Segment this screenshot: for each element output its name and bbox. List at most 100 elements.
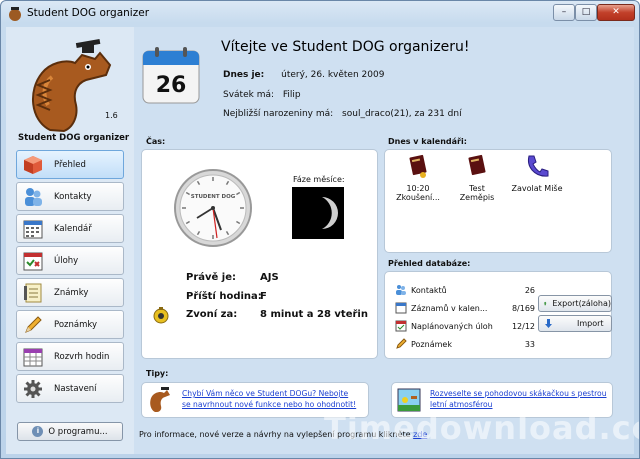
import-button[interactable]: Import — [538, 315, 612, 332]
phone-icon — [527, 155, 549, 177]
calendar-entry[interactable]: Test Zeměpis — [451, 153, 503, 202]
calendar-grid-icon — [23, 220, 43, 238]
sidebar-item-label: Nastavení — [54, 383, 97, 394]
db-row-value: 26 — [524, 285, 535, 295]
about-button[interactable]: i O programu... — [17, 422, 123, 441]
calendar-entry-title: Zkoušení... — [396, 193, 440, 202]
sidebar-item-label: Úlohy — [54, 255, 79, 266]
sidebar-item-label: Kontakty — [54, 191, 92, 202]
book-icon — [409, 154, 427, 178]
sidebar-item-kalendar[interactable]: Kalendář — [16, 214, 124, 243]
bell-icon — [153, 307, 169, 324]
nameday-row: Svátek má: Filip — [223, 90, 301, 100]
birthday-value: soul_draco(21), za 231 dní — [342, 109, 462, 119]
sidebar-item-label: Známky — [54, 287, 89, 298]
bell-value: 8 minut a 28 vteřin — [260, 309, 368, 320]
users-icon — [396, 285, 406, 295]
about-label: O programu... — [48, 426, 108, 437]
sidebar-item-label: Rozvrh hodin — [54, 351, 110, 362]
sidebar-item-prehled[interactable]: Přehled — [16, 150, 124, 179]
clock-brand: STUDENT DOG — [191, 194, 236, 200]
export-label: Export(záloha) — [552, 299, 611, 308]
db-panel-label: Přehled databáze: — [388, 259, 471, 268]
tips-label: Tipy: — [146, 369, 169, 378]
calendar-day-icon: 26 — [142, 47, 200, 104]
minimize-button[interactable]: – — [553, 4, 575, 21]
now-label: Právě je: — [186, 272, 236, 283]
users-icon — [25, 187, 42, 206]
nameday-label: Svátek má: — [223, 90, 275, 100]
dog-tip-icon — [150, 387, 170, 412]
tip-1-line-1: Chybí Vám něco ve Student DOGu? Nebojte — [182, 389, 349, 398]
app-window: Student DOG organizer – □ ✕ 1.6 Student … — [0, 0, 640, 459]
tasks-icon — [23, 252, 43, 270]
today-row: Dnes je: úterý, 26. květen 2009 — [223, 70, 384, 80]
day-number: 26 — [156, 73, 187, 98]
calendar-entry-time: 10:20 — [406, 184, 430, 193]
sidebar-item-znamky[interactable]: Známky — [16, 278, 124, 307]
sidebar-item-ulohy[interactable]: Úlohy — [16, 246, 124, 275]
sidebar-item-poznamky[interactable]: Poznámky — [16, 310, 124, 339]
db-row-label: Poznámek — [411, 339, 452, 349]
import-arrow-icon — [545, 319, 552, 328]
db-row-contacts: Kontaktů 26 — [395, 284, 535, 296]
info-icon: i — [32, 426, 44, 437]
bell-label: Zvoní za: — [186, 309, 238, 320]
moon-phase-image — [292, 187, 344, 239]
today-value: úterý, 26. květen 2009 — [281, 70, 385, 80]
calendar-entry-title: Test Zeměpis — [459, 184, 495, 202]
dog-logo-icon — [31, 38, 112, 133]
moon-icon — [322, 197, 338, 229]
calendar-grid-icon — [395, 302, 407, 314]
db-row-notes: Poznámek 33 — [395, 338, 535, 350]
sidebar-item-rozvrh[interactable]: Rozvrh hodin — [16, 342, 124, 371]
pencil-icon — [396, 338, 407, 349]
import-label: Import — [577, 319, 604, 328]
export-arrow-icon — [543, 301, 547, 306]
nameday-value: Filip — [282, 90, 301, 100]
watermark: Timedownload.com — [324, 409, 639, 447]
app-icon — [9, 7, 21, 21]
tip-link-1[interactable]: Chybí Vám něco ve Student DOGu? Nebojte … — [182, 388, 356, 410]
gear-icon — [24, 379, 42, 398]
tasks-icon — [395, 320, 407, 332]
calendar-panel-label: Dnes v kalendáři: — [388, 137, 467, 146]
welcome-title: Vítejte ve Student DOG organizeru! — [221, 39, 470, 55]
sidebar-item-label: Kalendář — [54, 223, 92, 234]
today-label: Dnes je: — [223, 70, 265, 80]
sidebar-item-kontakty[interactable]: Kontakty — [16, 182, 124, 211]
now-value: AJS — [260, 272, 279, 283]
db-row-value: 8/169 — [511, 303, 535, 313]
moon-phase-label: Fáze měsíce: — [293, 175, 345, 184]
birthday-row: Nejbližší narozeniny má: soul_draco(21),… — [223, 109, 462, 119]
cube-icon — [24, 155, 42, 174]
birthday-label: Nejbližší narozeniny má: — [223, 109, 334, 119]
tip-2-line-1: Rozveselte se pohodovou skákačkou s pest… — [430, 389, 607, 398]
sidebar-item-nastaveni[interactable]: Nastavení — [16, 374, 124, 403]
tip-link-2[interactable]: Rozveselte se pohodovou skákačkou s pest… — [430, 388, 607, 410]
calendar-entry-title: Zavolat Miše — [511, 184, 563, 193]
db-row-tasks: Naplánovaných úloh 12/12 — [395, 320, 535, 332]
close-button[interactable]: ✕ — [597, 4, 635, 21]
sidebar-item-label: Přehled — [54, 159, 86, 170]
db-row-value: 12/12 — [511, 321, 535, 331]
notepad-icon — [24, 283, 42, 302]
db-row-label: Záznamů v kalen... — [411, 303, 488, 313]
db-row-label: Kontaktů — [411, 285, 447, 295]
timetable-icon — [23, 348, 43, 366]
maximize-button[interactable]: □ — [575, 4, 597, 21]
client-area: 1.6 Student DOG organizer Přehled Kontak… — [6, 27, 639, 454]
window-title: Student DOG organizer — [27, 7, 150, 19]
next-value: F — [260, 291, 267, 302]
calendar-entry[interactable]: 10:20 Zkoušení... — [392, 153, 444, 202]
db-row-value: 33 — [524, 339, 535, 349]
sidebar-app-name: Student DOG organizer — [18, 133, 130, 143]
calendar-entry[interactable]: Zavolat Miše — [511, 153, 563, 193]
next-label: Příští hodina: — [186, 291, 262, 302]
title-bar[interactable]: Student DOG organizer – □ ✕ — [1, 1, 639, 27]
sidebar-item-label: Poznámky — [54, 319, 98, 330]
export-button[interactable]: Export(záloha) — [538, 295, 612, 312]
time-panel-label: Čas: — [146, 137, 166, 146]
pencil-icon — [25, 315, 42, 333]
db-row-calendar: Záznamů v kalen... 8/169 — [395, 302, 535, 314]
